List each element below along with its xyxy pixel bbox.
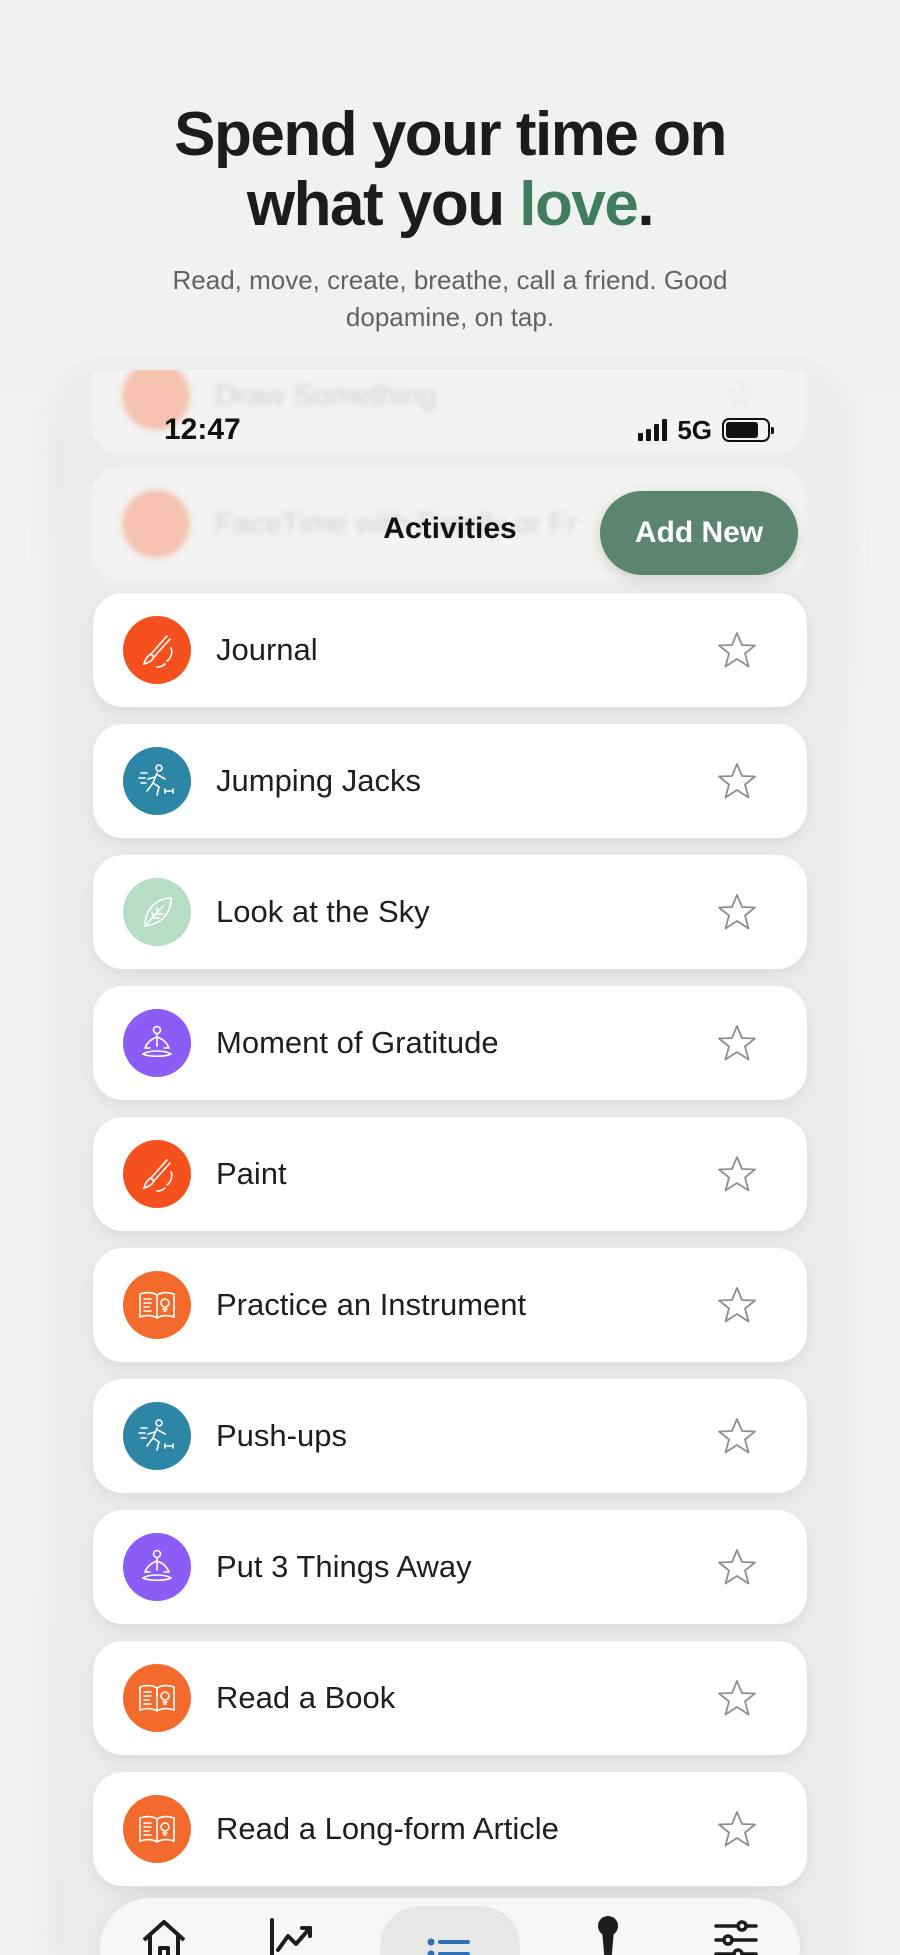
favorite-star-icon[interactable] (717, 1154, 757, 1194)
tab-bar (100, 1898, 800, 1955)
headline-line-2: what you love. (0, 170, 900, 240)
paintbrush-icon (123, 616, 191, 684)
activity-row[interactable]: Journal (93, 593, 807, 707)
trend-chart-icon (264, 1912, 320, 1955)
activity-row[interactable]: Jumping Jacks (93, 724, 807, 838)
activity-label: Practice an Instrument (216, 1287, 527, 1322)
activity-row[interactable]: Read a Book (93, 1641, 807, 1755)
tab-trend-chart[interactable] (252, 1912, 332, 1955)
hero-section: Spend your time on what you love. Read, … (0, 100, 900, 336)
tab-keyhole[interactable] (568, 1912, 648, 1955)
favorite-star-icon[interactable] (717, 1023, 757, 1063)
book-icon (123, 1795, 191, 1863)
paintbrush-icon (123, 1140, 191, 1208)
activity-label: Moment of Gratitude (216, 1025, 499, 1060)
book-icon (123, 1271, 191, 1339)
page: Spend your time on what you love. Read, … (0, 0, 900, 1955)
favorite-star-icon[interactable] (717, 1416, 757, 1456)
battery-icon (722, 418, 774, 442)
activity-row[interactable]: Paint (93, 1117, 807, 1231)
tab-home[interactable] (124, 1912, 204, 1955)
favorite-star-icon[interactable] (717, 892, 757, 932)
status-bar: 12:47 5G (62, 410, 838, 450)
book-icon (123, 1664, 191, 1732)
activity-label: Read a Long-form Article (216, 1811, 559, 1846)
activity-label: Look at the Sky (216, 894, 430, 929)
activity-row[interactable]: Moment of Gratitude (93, 986, 807, 1100)
running-icon (123, 1402, 191, 1470)
activity-row[interactable]: Practice an Instrument (93, 1248, 807, 1362)
favorite-star-icon[interactable] (717, 1285, 757, 1325)
activity-row[interactable]: Put 3 Things Away (93, 1510, 807, 1624)
activity-label: Put 3 Things Away (216, 1549, 472, 1584)
activity-row[interactable]: Look at the Sky (93, 855, 807, 969)
headline-line-2-prefix: what you (246, 170, 520, 239)
favorite-star-icon[interactable] (717, 1678, 757, 1718)
activity-row[interactable]: Read a Long-form Article (93, 1772, 807, 1886)
headline-line-1: Spend your time on (174, 100, 727, 169)
tab-sliders[interactable] (696, 1912, 776, 1955)
tab-list[interactable] (380, 1906, 520, 1955)
signal-strength-icon (638, 419, 668, 441)
home-icon (136, 1912, 192, 1955)
activity-list: Journal Jumping Jacks Look at the Sky Momen… (93, 593, 807, 1903)
favorite-star-icon[interactable] (717, 1547, 757, 1587)
headline: Spend your time on what you love. (0, 100, 900, 240)
add-new-button[interactable]: Add New (600, 491, 798, 575)
status-time: 12:47 (164, 413, 241, 446)
status-indicators: 5G (638, 414, 774, 446)
list-icon (422, 1926, 478, 1955)
hero-subtitle: Read, move, create, breathe, call a frie… (172, 265, 728, 332)
sliders-icon (708, 1912, 764, 1955)
favorite-star-icon[interactable] (717, 1809, 757, 1849)
headline-suffix: . (637, 170, 654, 239)
favorite-star-icon[interactable] (717, 630, 757, 670)
leaf-icon (123, 878, 191, 946)
network-type: 5G (677, 414, 712, 445)
running-icon (123, 747, 191, 815)
activity-row[interactable]: Push-ups (93, 1379, 807, 1493)
favorite-star-icon[interactable] (717, 761, 757, 801)
headline-accent-word: love (519, 170, 639, 239)
activity-label: Paint (216, 1156, 287, 1191)
meditation-icon (123, 1533, 191, 1601)
keyhole-icon (580, 1912, 636, 1955)
activity-label: Jumping Jacks (216, 763, 422, 798)
activity-label: Push-ups (216, 1418, 347, 1453)
activity-label: Read a Book (216, 1680, 396, 1715)
ghost-row-label: Draw Something (215, 379, 437, 412)
activity-label: Journal (216, 632, 318, 667)
meditation-icon (123, 1009, 191, 1077)
